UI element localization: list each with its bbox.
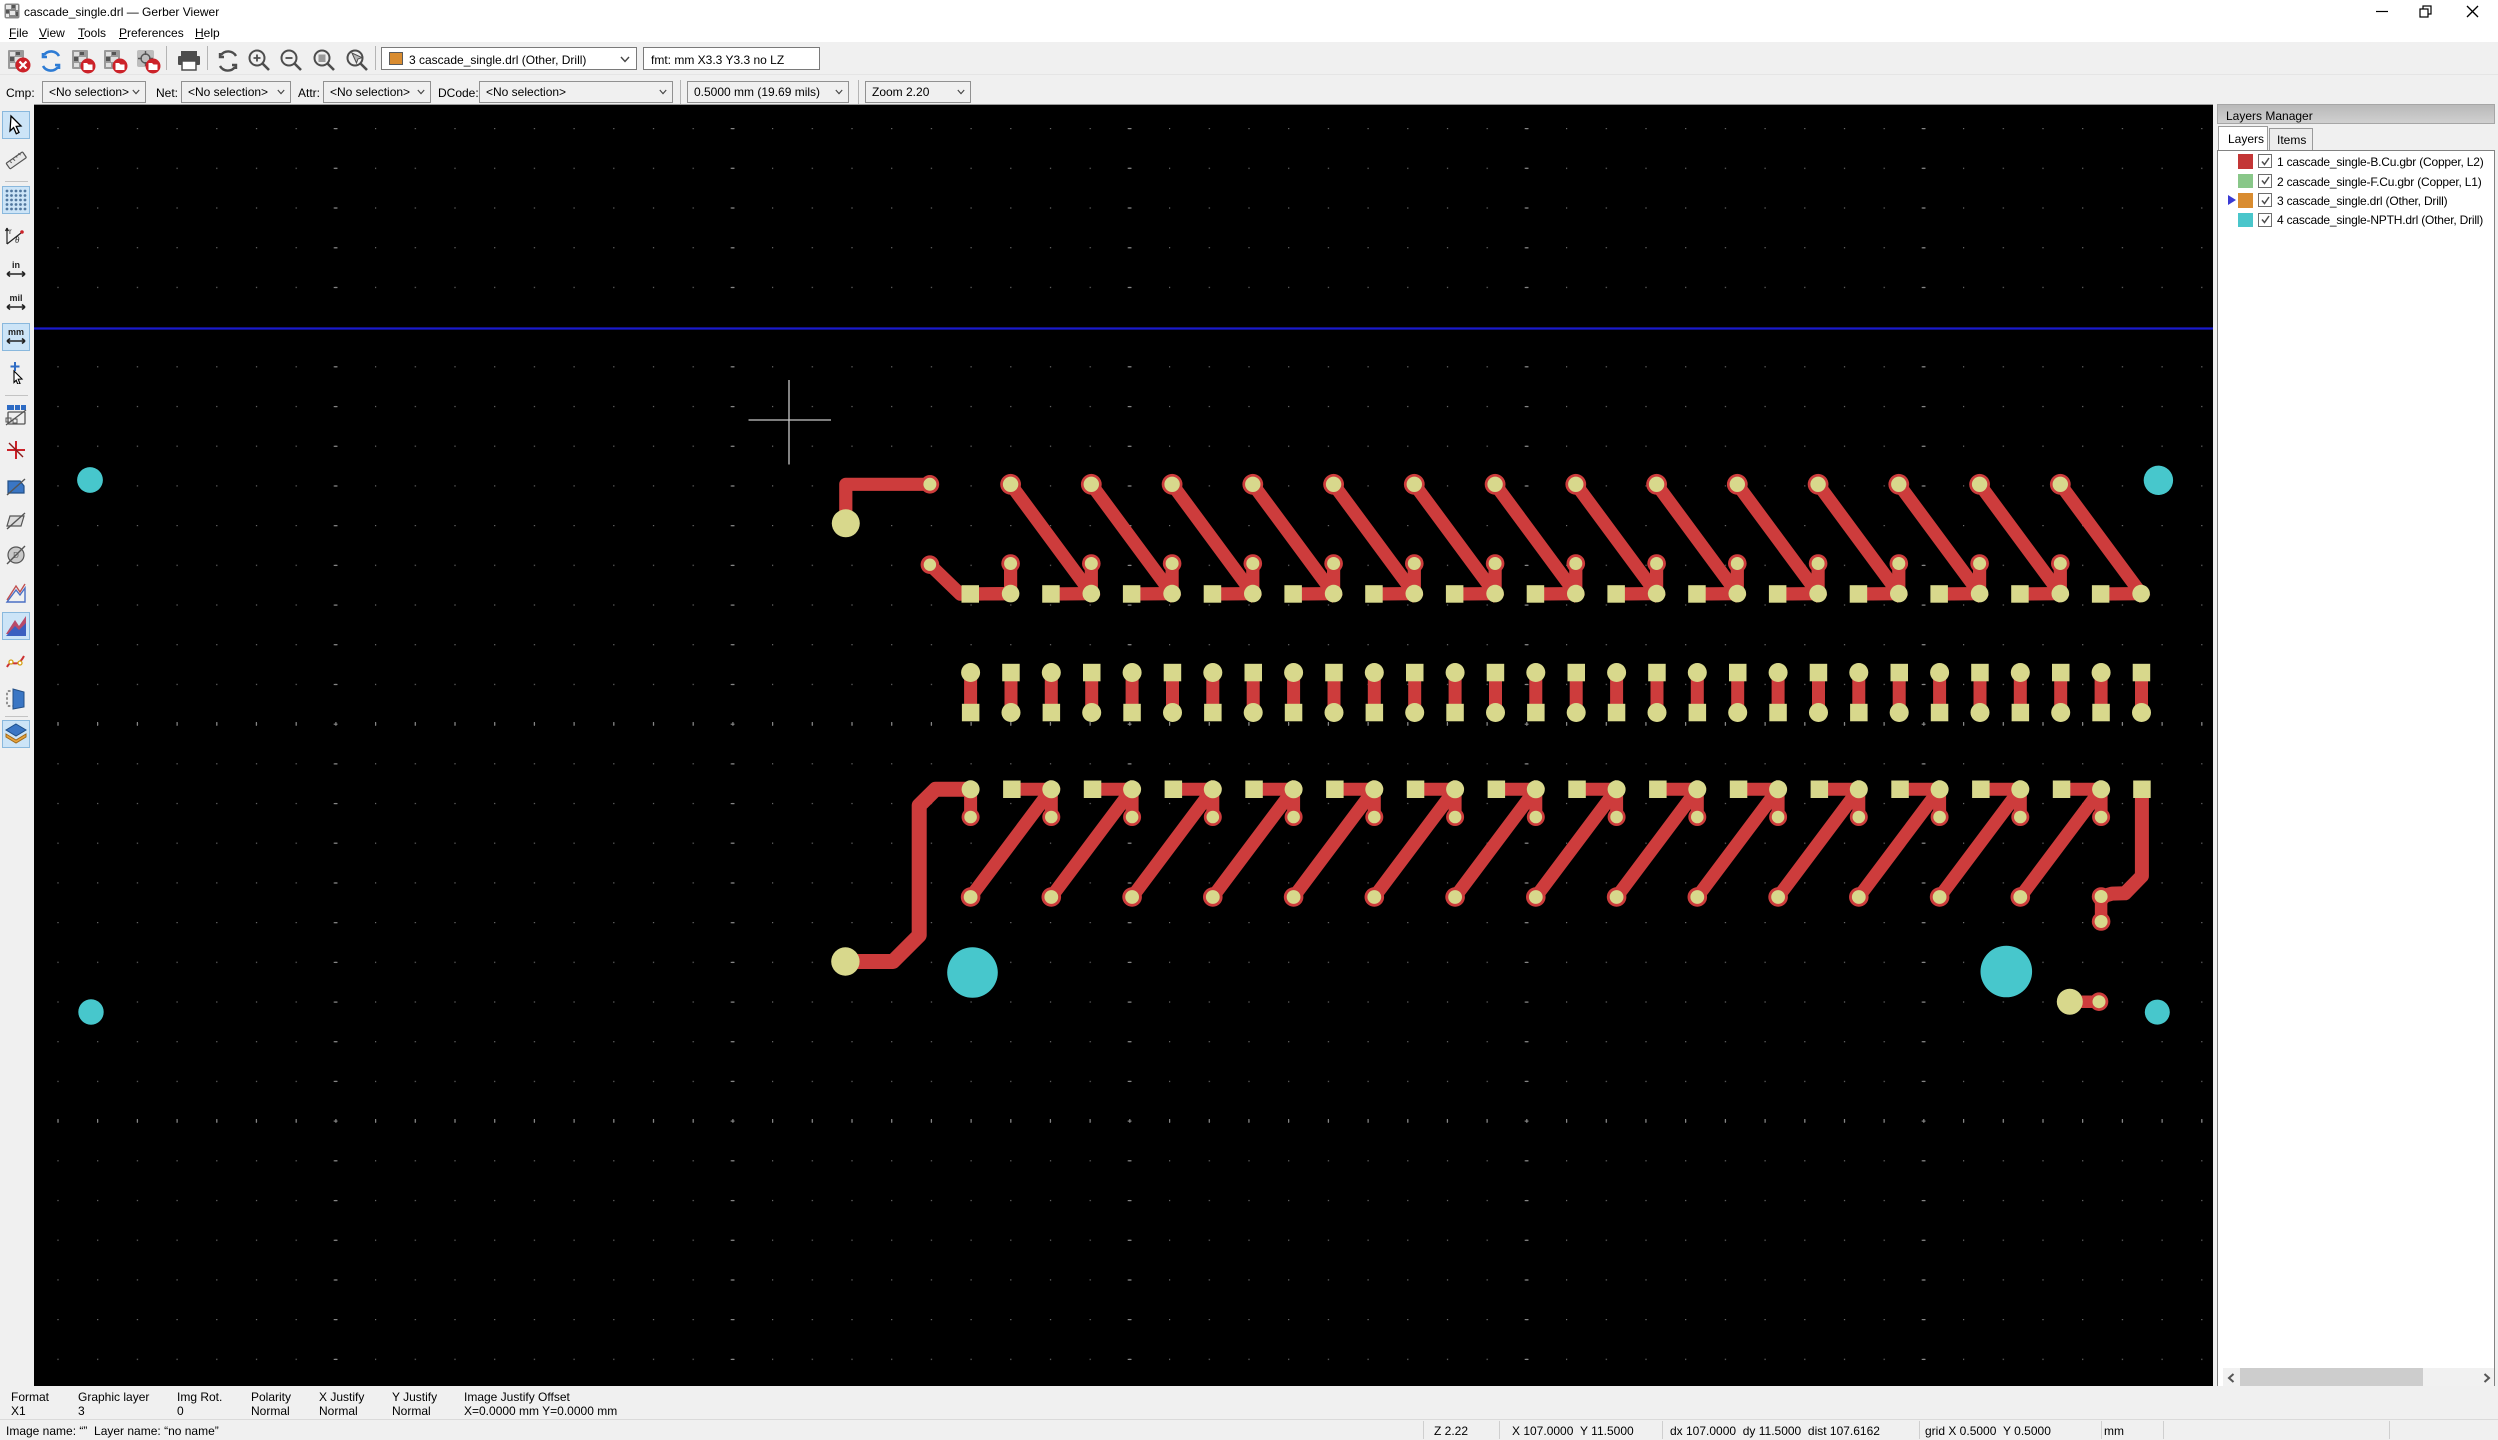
svg-text:mil: mil <box>9 293 22 303</box>
svg-text:r: r <box>9 227 12 236</box>
svg-text:in: in <box>12 260 20 270</box>
svg-text:θ: θ <box>15 235 20 245</box>
svg-text:mm: mm <box>8 327 24 337</box>
